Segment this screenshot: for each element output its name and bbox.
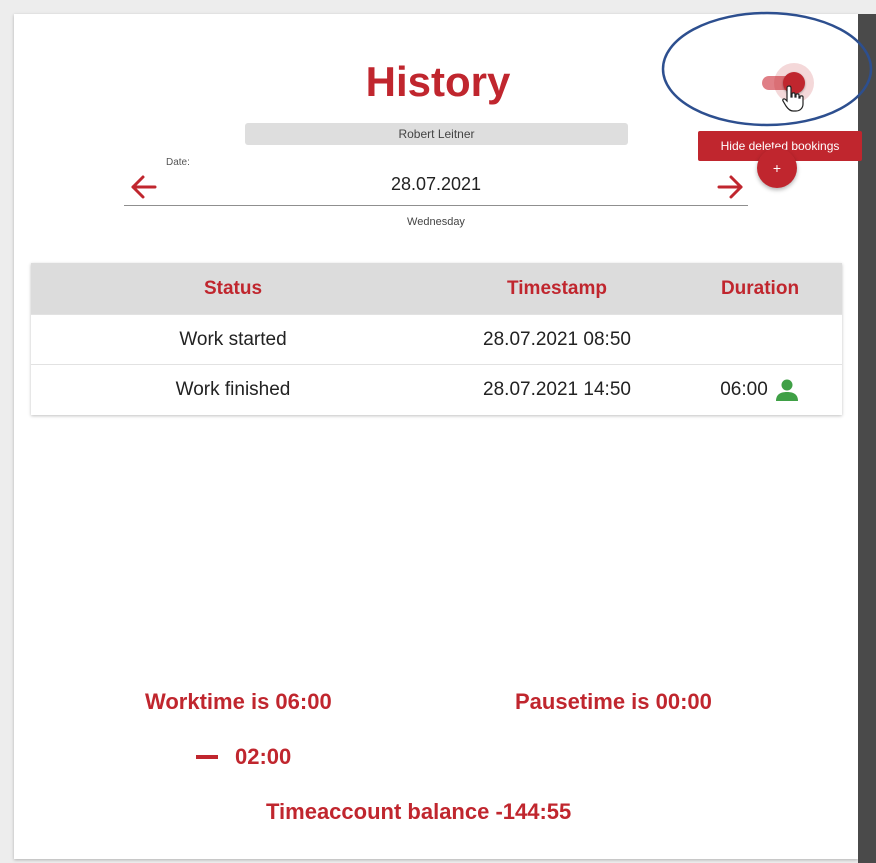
add-booking-button[interactable]: + [757,148,797,188]
difference-text: 02:00 [235,744,292,769]
cell-timestamp: 28.07.2021 08:50 [483,329,631,350]
pausetime-text: Pausetime is 00:00 [515,689,712,714]
app-window: History Robert Leitner Date: 28.07.2021 … [0,0,876,863]
column-header-timestamp[interactable]: Timestamp [431,263,683,314]
arrow-left-icon[interactable] [127,170,161,204]
worktime-text: Worktime is 06:00 [145,689,332,714]
table-row[interactable]: Work started 28.07.2021 08:50 [31,314,842,365]
arrow-right-icon[interactable] [713,170,747,204]
timeaccount-balance-text: Timeaccount balance -144:55 [266,799,572,824]
cell-duration: 06:00 [691,365,829,415]
date-field-underline [124,205,748,206]
weekday-label: Wednesday [407,216,465,228]
column-header-duration[interactable]: Duration [691,263,829,314]
user-name-pill: Robert Leitner [245,123,628,145]
hand-cursor-icon [782,85,804,112]
person-icon[interactable] [774,377,800,403]
table-row[interactable]: Work finished 28.07.2021 14:50 06:00 [31,364,842,415]
bookings-table: Status Timestamp Duration Work started 2… [31,263,842,415]
cell-status: Work started [179,329,287,350]
cell-status: Work finished [175,379,291,400]
cell-timestamp: 28.07.2021 14:50 [483,379,631,400]
cell-duration [691,315,829,365]
date-field[interactable]: 28.07.2021 [300,174,572,195]
column-header-status[interactable]: Status [73,263,393,314]
minus-icon [196,755,218,759]
duration-value: 06:00 [720,379,768,400]
table-header: Status Timestamp Duration [31,263,842,314]
date-label: Date: [166,157,190,168]
